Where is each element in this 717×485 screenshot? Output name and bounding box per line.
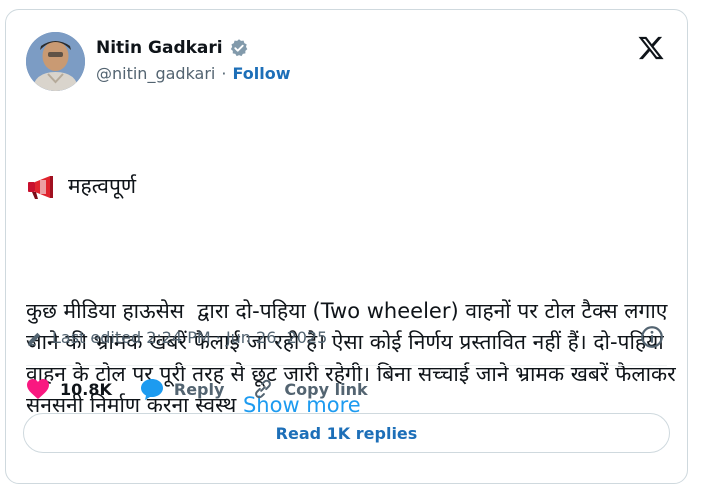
reply-bubble-icon (140, 379, 163, 400)
author-name-row: Nitin Gadkari (96, 38, 249, 58)
read-replies-button[interactable]: Read 1K replies (23, 413, 670, 453)
info-icon[interactable] (639, 324, 665, 350)
pencil-icon (28, 332, 41, 345)
like-count: 10.8K (60, 379, 112, 399)
copy-link-button[interactable]: Copy link (252, 378, 368, 400)
tweet-card: Nitin Gadkari @nitin_gadkari · Follow मह… (5, 9, 688, 484)
read-replies-label: Read 1K replies (275, 423, 418, 443)
author-handle-row: @nitin_gadkari · Follow (96, 64, 290, 83)
x-logo-icon[interactable] (637, 34, 665, 62)
edited-timestamp: Last edited 2:24 PM · Jun 26, 2025 (52, 328, 328, 347)
megaphone-icon (28, 175, 53, 199)
tweet-heading-row: महत्वपूर्ण (26, 171, 676, 203)
divider (26, 365, 667, 366)
verified-badge-icon (230, 39, 247, 57)
tweet-heading: महत्वपूर्ण (68, 174, 137, 198)
edited-row[interactable]: Last edited 2:24 PM · Jun 26, 2025 (26, 328, 327, 347)
author-handle[interactable]: @nitin_gadkari (96, 64, 215, 83)
reply-button[interactable]: Reply (140, 378, 225, 400)
author-name[interactable]: Nitin Gadkari (96, 38, 223, 58)
reply-label: Reply (173, 379, 225, 399)
heart-icon (27, 379, 49, 399)
tweet-body: कुछ मीडिया हाऊसेस द्वारा दो-पहिया (Two w… (26, 296, 676, 422)
avatar[interactable] (26, 32, 85, 91)
like-button[interactable]: 10.8K (26, 378, 112, 400)
copy-link-label: Copy link (284, 379, 368, 399)
action-bar: 10.8K Reply Copy link (26, 378, 396, 400)
link-icon (255, 379, 272, 399)
follow-button[interactable]: Follow (232, 64, 290, 83)
separator-dot: · (221, 64, 227, 83)
